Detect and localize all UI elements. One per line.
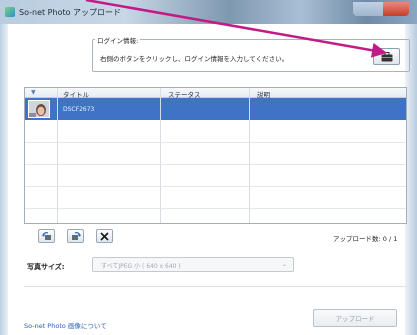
briefcase-icon (381, 51, 392, 61)
row-divider (25, 186, 406, 187)
rotate-left-icon (41, 231, 51, 240)
table-row[interactable]: DSCF2673 (25, 98, 406, 120)
app-icon (5, 7, 15, 17)
rotate-left-button[interactable] (38, 229, 55, 243)
sort-down-icon[interactable]: ▼ (31, 89, 36, 96)
photo-size-label: 写真サイズ: (27, 263, 65, 271)
column-divider (160, 88, 161, 223)
title-bar: So-net Photo アップロード (0, 0, 417, 24)
table-header: ▼ タイトル ステータス 説明 (25, 88, 406, 99)
column-divider (57, 88, 58, 223)
upload-button-label: アップロード (335, 315, 375, 323)
row-divider (25, 164, 406, 165)
row-title: DSCF2673 (63, 106, 95, 113)
column-divider (249, 88, 250, 223)
login-button[interactable] (373, 48, 400, 65)
row-divider (25, 142, 406, 143)
row-divider (25, 208, 406, 209)
window-close-button[interactable] (383, 2, 409, 16)
upload-button[interactable]: アップロード (313, 309, 397, 327)
login-instruction: 右側のボタンをクリックし、ログイン情報を入力してください。 (100, 55, 289, 63)
close-icon (100, 231, 109, 241)
about-link[interactable]: So-net Photo 画像について (24, 320, 107, 330)
rotate-right-button[interactable] (67, 229, 84, 243)
upload-count: アップロード数: 0 / 1 (333, 235, 398, 243)
window-title: So-net Photo アップロード (19, 8, 122, 17)
photo-size-selected: すべてJPEG 小 ( 640 x 640 ) (101, 263, 181, 270)
chevron-down-icon: ⌄ (281, 261, 287, 268)
photo-table[interactable]: ▼ タイトル ステータス 説明 DSCF2673 (24, 87, 407, 224)
delete-button[interactable] (96, 229, 113, 243)
login-info-legend: ログイン情報: (95, 35, 141, 45)
photo-thumbnail (28, 100, 50, 118)
photo-size-select[interactable]: すべてJPEG 小 ( 640 x 640 ) ⌄ (92, 257, 294, 272)
footer-divider (24, 286, 407, 287)
rotate-right-icon (71, 231, 81, 240)
window-frame-left (0, 24, 8, 335)
